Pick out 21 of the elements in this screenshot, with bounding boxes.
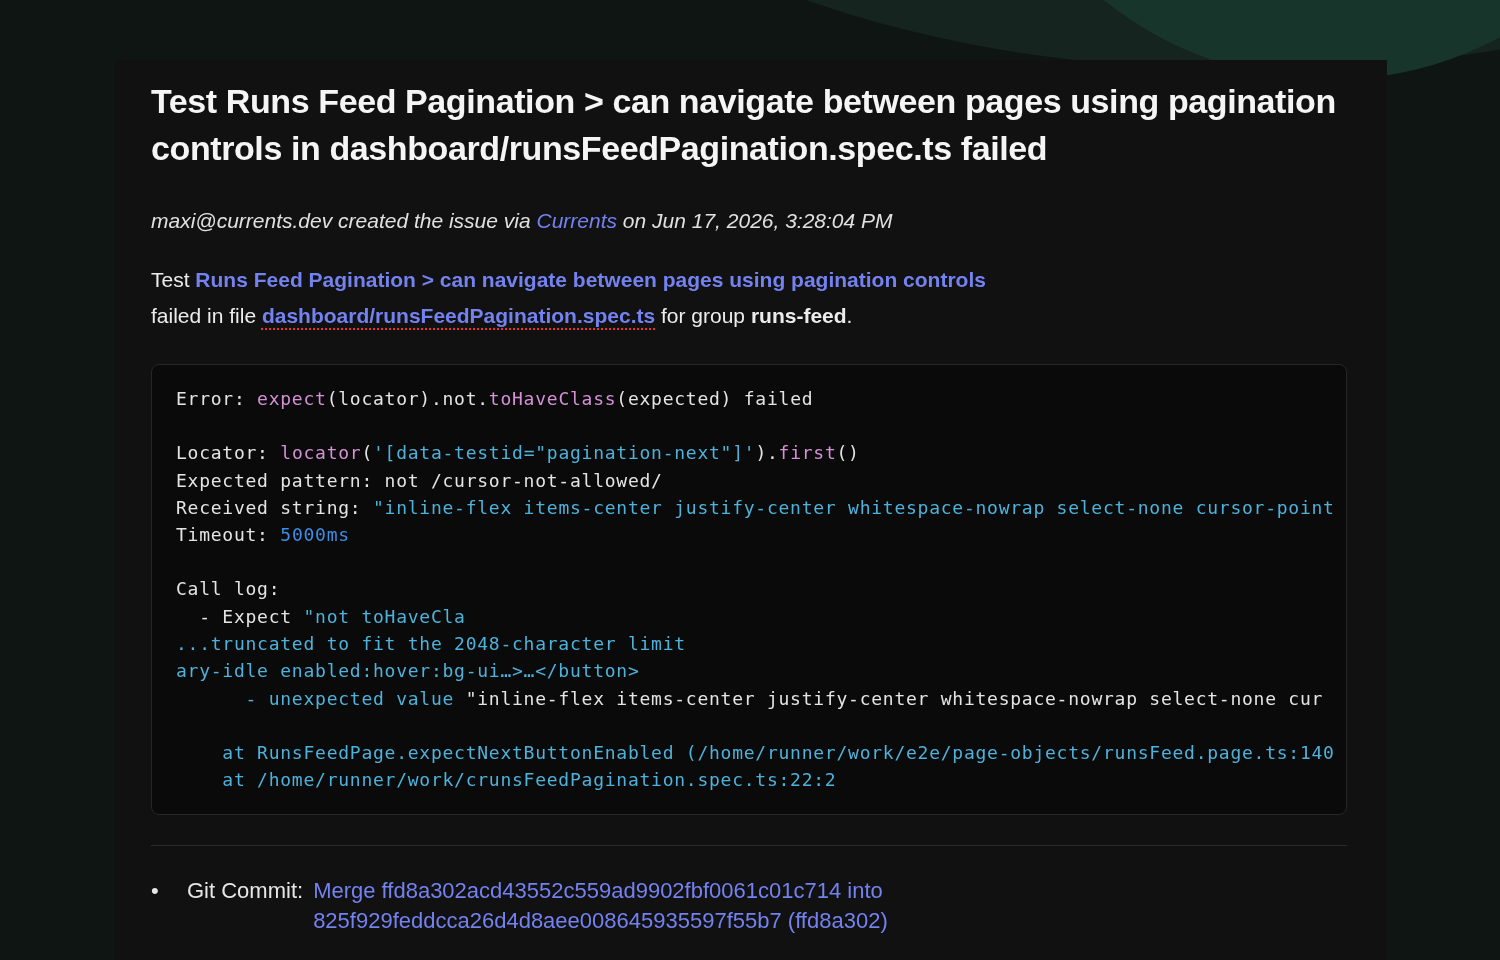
code-line: Timeout: 5000ms bbox=[176, 523, 351, 548]
code-line: Call log: bbox=[176, 577, 282, 602]
code-line: ary-idle enabled:hover:bg-ui…>…</button> bbox=[176, 659, 641, 684]
code-line: at RunsFeedPage.expectNextButtonEnabled (/home/runner/work/e2e/page-objects/runsFeed.page.ts:140 bbox=[221, 740, 1336, 765]
issue-meta: maxi@currents.dev created the issue via Currents on Jun 17, 2026, 3:28:04 PM bbox=[151, 208, 894, 234]
code-line: at /home/runner/work/crunsFeedPagination.spec.ts:22:2 bbox=[221, 768, 838, 793]
code-line: Expected pattern: not /cursor-not-allowed/ bbox=[176, 468, 664, 493]
code-line: - unexpected value "inline-flex items-center justify-center whitespace-nowrap select-none cur bbox=[244, 686, 1325, 711]
commit-link[interactable]: Merge ffd8a302acd43552c559ad9902fbf0061c01c714 into 825f929feddcca26d4d8aee008645935597f55b7 (ffd8a302) bbox=[313, 875, 1347, 936]
code-line: Error: expect(locator).not.toHaveClass(expected) failed bbox=[176, 387, 815, 411]
code-line: ...truncated to fit the 2048-character limit bbox=[176, 632, 687, 657]
code-line: - Expect "not toHaveCla bbox=[198, 604, 467, 629]
bullet: • bbox=[151, 876, 160, 905]
detail-label: Git Commit: bbox=[187, 876, 304, 905]
test-link[interactable]: Runs Feed Pagination > can navigate between pages using pagination controls bbox=[195, 268, 986, 291]
issue-title: Test Runs Feed Pagination > can navigate between pages using pagination controls in dashboard/runsFeedPagination.spec.ts failed bbox=[151, 81, 1337, 169]
currents-link[interactable]: Currents bbox=[536, 209, 618, 232]
test-description: Test Runs Feed Pagination > can navigate between pages using pagination controls failed in file dashboard/runsFeedPagination.spec.ts for group runs-feed. bbox=[151, 267, 987, 329]
code-line: Received string: "inline-flex items-center justify-center whitespace-nowrap select-none cursor-point bbox=[176, 495, 1336, 520]
file-link[interactable]: dashboard/runsFeedPagination.spec.ts bbox=[261, 304, 656, 327]
code-line: Locator: locator('[data-testid="pagination-next"]').first() bbox=[176, 441, 861, 466]
